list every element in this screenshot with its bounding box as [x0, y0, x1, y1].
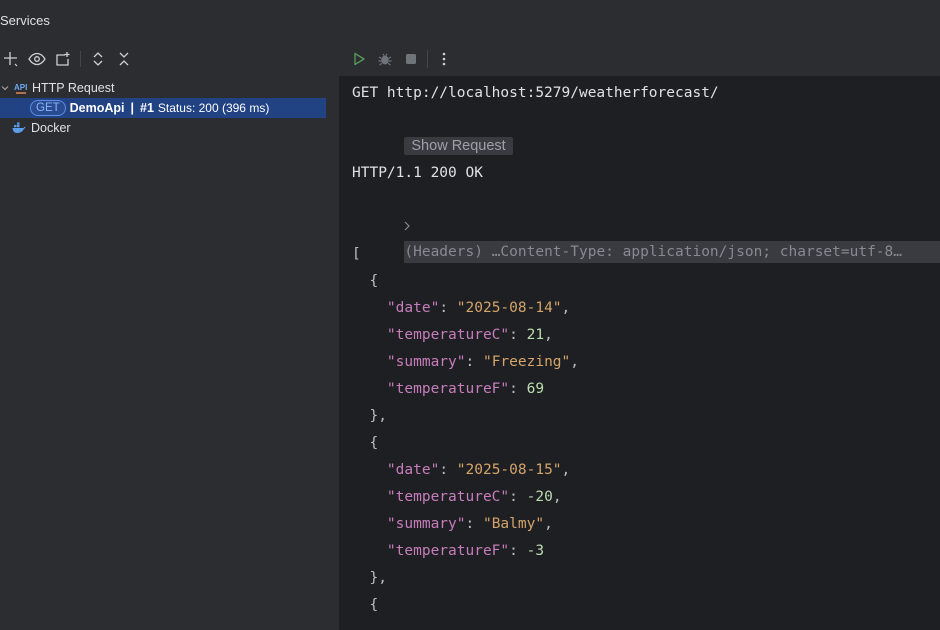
- json-comma: ,: [570, 354, 580, 370]
- tree-item-demoapi[interactable]: GET DemoApi | #1 Status: 200 (396 ms): [0, 98, 326, 118]
- toolbar-divider: [427, 50, 428, 68]
- json-key: "temperatureC": [386, 327, 510, 343]
- response-toolbar: [339, 42, 940, 76]
- run-number: #1: [140, 101, 154, 115]
- json-comma: ,: [561, 300, 571, 316]
- json-punct: {: [369, 597, 379, 613]
- show-request-row: Show Request: [352, 107, 940, 155]
- json-punct: {: [369, 435, 379, 451]
- json-punct: },: [369, 570, 387, 586]
- json-line: {: [352, 268, 940, 295]
- services-toolbar: [0, 48, 139, 70]
- json-value: -3: [526, 543, 545, 559]
- toolbar-divider: [80, 51, 81, 67]
- json-key: "temperatureF": [386, 543, 510, 559]
- json-line: "temperatureC": 21,: [386, 327, 553, 343]
- request-name: DemoApi: [69, 101, 125, 115]
- json-comma: ,: [544, 516, 553, 532]
- panel-title: Services: [0, 13, 50, 28]
- tree-item-http-request[interactable]: API HTTP Request: [0, 78, 326, 98]
- json-value: "2025-08-15": [456, 462, 562, 478]
- json-line: },: [352, 565, 940, 592]
- docker-icon: [12, 122, 26, 134]
- json-line: "summary": "Freezing",: [386, 354, 580, 370]
- json-line: "temperatureC": -20,: [386, 489, 562, 505]
- json-value: "2025-08-14": [456, 300, 562, 316]
- add-icon[interactable]: [0, 48, 22, 70]
- api-icon: API: [14, 81, 28, 95]
- json-punct: {: [369, 273, 379, 289]
- json-value: "Balmy": [482, 516, 545, 532]
- json-key: "temperatureC": [386, 489, 510, 505]
- status-line: HTTP/1.1 200 OK: [352, 165, 483, 181]
- json-line: "temperatureF": 69: [386, 381, 545, 397]
- json-line: [: [352, 241, 940, 268]
- json-line: "date": "2025-08-15",: [386, 462, 571, 478]
- services-tree: API HTTP Request GET DemoApi | #1 Status…: [0, 78, 326, 138]
- json-line: {: [352, 430, 940, 457]
- headers-row[interactable]: (Headers) …Content-Type: application/jso…: [352, 187, 940, 263]
- json-key: "date": [386, 462, 440, 478]
- json-comma: ,: [561, 462, 571, 478]
- expand-icon[interactable]: [87, 48, 109, 70]
- stop-icon[interactable]: [401, 49, 421, 69]
- json-value: "Freezing": [482, 354, 571, 370]
- status-text: Status: 200 (396 ms): [157, 101, 270, 115]
- json-key: "date": [386, 300, 440, 316]
- response-viewer: GET http://localhost:5279/weatherforecas…: [352, 80, 940, 619]
- json-key: "temperatureF": [386, 381, 510, 397]
- json-line: },: [352, 403, 940, 430]
- svg-text:API: API: [14, 83, 27, 92]
- json-key: "summary": [386, 354, 466, 370]
- json-comma: ,: [544, 327, 553, 343]
- run-icon[interactable]: [349, 49, 369, 69]
- json-line: {: [352, 592, 940, 619]
- separator: |: [130, 101, 135, 115]
- json-comma: ,: [552, 489, 562, 505]
- json-punct: [: [352, 246, 361, 262]
- response-panel: GET http://localhost:5279/weatherforecas…: [339, 42, 940, 630]
- tree-item-docker[interactable]: Docker: [0, 118, 326, 138]
- request-line: GET http://localhost:5279/weatherforecas…: [352, 85, 719, 101]
- json-line: "date": "2025-08-14",: [386, 300, 571, 316]
- new-tab-icon[interactable]: [52, 48, 74, 70]
- tree-item-label: Docker: [31, 121, 71, 135]
- json-value: -20: [526, 489, 553, 505]
- json-line: "temperatureF": -3: [386, 543, 545, 559]
- eye-icon[interactable]: [26, 48, 48, 70]
- json-key: "summary": [386, 516, 466, 532]
- debug-icon[interactable]: [375, 49, 395, 69]
- more-icon[interactable]: [434, 49, 454, 69]
- json-value: 21: [526, 327, 545, 343]
- json-value: 69: [526, 381, 545, 397]
- json-punct: },: [369, 408, 387, 424]
- collapse-icon[interactable]: [113, 48, 135, 70]
- json-line: "summary": "Balmy",: [386, 516, 553, 532]
- chevron-down-icon[interactable]: [0, 83, 10, 93]
- method-badge: GET: [30, 100, 66, 116]
- tree-item-label: HTTP Request: [32, 81, 115, 95]
- json-body: [ { "date": "2025-08-14", "temperatureC"…: [352, 241, 940, 619]
